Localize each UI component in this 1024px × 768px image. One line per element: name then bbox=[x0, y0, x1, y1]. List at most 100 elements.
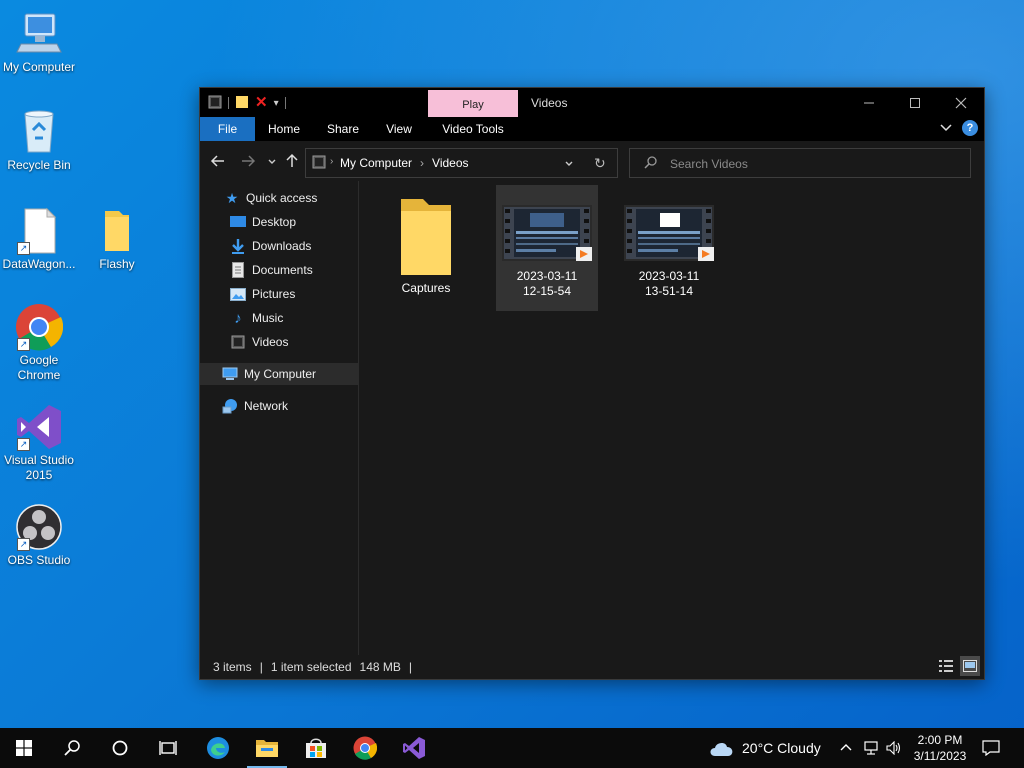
tab-home[interactable]: Home bbox=[258, 117, 310, 141]
sidebar-item-label: Downloads bbox=[252, 239, 312, 253]
help-icon[interactable]: ? bbox=[962, 120, 978, 136]
speaker-icon bbox=[886, 741, 901, 755]
volume-tray-button[interactable] bbox=[886, 728, 902, 768]
taskbar-visual-studio[interactable] bbox=[390, 728, 438, 768]
desktop-icon-recycle-bin[interactable]: Recycle Bin bbox=[0, 108, 78, 173]
title-bar[interactable]: ✕ ▾ Play Videos bbox=[200, 88, 984, 117]
up-arrow-icon[interactable] bbox=[284, 153, 300, 173]
large-icons-view-icon[interactable] bbox=[960, 656, 980, 676]
search-input[interactable] bbox=[668, 154, 962, 174]
desktop-icon-my-computer[interactable]: My Computer bbox=[0, 10, 78, 75]
document-icon: ↗ bbox=[15, 207, 63, 255]
tab-video-tools[interactable]: Video Tools bbox=[429, 117, 517, 141]
file-item-video-2[interactable]: 2023-03-11 13-51-14 bbox=[618, 185, 720, 311]
start-button[interactable] bbox=[0, 728, 48, 768]
notification-icon bbox=[982, 740, 1000, 756]
tab-view[interactable]: View bbox=[376, 117, 422, 141]
show-hidden-icons-button[interactable] bbox=[840, 728, 852, 768]
address-dropdown-icon[interactable] bbox=[564, 158, 574, 172]
sidebar-item-my-computer[interactable]: My Computer bbox=[200, 363, 380, 385]
taskbar-microsoft-store[interactable] bbox=[292, 728, 340, 768]
desktop-icon-label: Flashy bbox=[99, 257, 135, 271]
shortcut-arrow-icon: ↗ bbox=[17, 338, 30, 351]
chrome-icon: ↗ bbox=[15, 303, 64, 351]
documents-icon bbox=[230, 262, 246, 278]
refresh-icon[interactable]: ↻ bbox=[594, 155, 606, 172]
videos-location-icon bbox=[312, 155, 326, 172]
address-bar[interactable]: › My Computer › Videos ↻ bbox=[305, 148, 618, 178]
new-folder-icon[interactable] bbox=[235, 95, 249, 112]
video-thumbnail bbox=[622, 191, 716, 263]
desktop-icon-datawagon[interactable]: ↗ DataWagon... bbox=[0, 207, 78, 272]
taskbar-chrome[interactable] bbox=[341, 728, 389, 768]
clock[interactable]: 2:00 PM 3/11/2023 bbox=[908, 732, 972, 764]
back-arrow-icon[interactable] bbox=[210, 153, 226, 173]
store-icon bbox=[306, 738, 326, 758]
desktop-icon-flashy[interactable]: Flashy bbox=[78, 207, 156, 272]
visual-studio-icon bbox=[403, 737, 425, 759]
clock-time: 2:00 PM bbox=[917, 733, 963, 747]
forward-arrow-icon[interactable] bbox=[240, 153, 256, 173]
desktop-icon-label: Visual Studio 2015 bbox=[4, 453, 74, 482]
details-view-icon[interactable] bbox=[936, 656, 956, 676]
tab-file[interactable]: File bbox=[200, 117, 255, 141]
obs-icon: ↗ bbox=[15, 503, 63, 551]
sidebar-item-network[interactable]: Network bbox=[200, 395, 380, 417]
sidebar-item-label: Network bbox=[244, 399, 289, 413]
breadcrumb-videos[interactable]: Videos bbox=[432, 156, 468, 170]
breadcrumb: My Computer › Videos bbox=[340, 156, 469, 170]
network-tray-button[interactable] bbox=[863, 728, 879, 768]
file-list[interactable]: Captures 2023-03-11 12-15-54 2023-03-11 … bbox=[359, 181, 984, 655]
customize-toolbar-icon[interactable]: ▾ bbox=[274, 98, 279, 109]
minimize-button[interactable] bbox=[846, 88, 892, 117]
notifications-button[interactable] bbox=[982, 728, 1000, 768]
clock-date: 3/11/2023 bbox=[913, 749, 967, 763]
taskbar: 20°C Cloudy 2:00 PM 3/11/2023 bbox=[0, 728, 1024, 768]
file-item-video-1[interactable]: 2023-03-11 12-15-54 bbox=[496, 185, 598, 311]
close-button[interactable] bbox=[938, 88, 984, 117]
desktop-icon-label: Recycle Bin bbox=[7, 158, 71, 172]
sidebar-item-quick-access[interactable]: ★ Quick access bbox=[200, 187, 382, 209]
sidebar-item-label: Pictures bbox=[252, 287, 296, 301]
video-folder-icon[interactable] bbox=[208, 95, 222, 112]
file-name-line2: 13-51-14 bbox=[644, 284, 694, 298]
file-item-captures[interactable]: Captures bbox=[375, 185, 477, 307]
breadcrumb-my-computer[interactable]: My Computer bbox=[340, 156, 412, 170]
sidebar-item-label: Music bbox=[252, 311, 284, 325]
desktop-icon-visual-studio[interactable]: ↗ Visual Studio 2015 bbox=[0, 403, 78, 483]
weather-widget[interactable]: 20°C Cloudy bbox=[708, 728, 821, 768]
task-view-button[interactable] bbox=[144, 728, 192, 768]
shortcut-arrow-icon: ↗ bbox=[17, 242, 30, 255]
weather-text: 20°C Cloudy bbox=[742, 740, 821, 756]
taskbar-file-explorer[interactable] bbox=[243, 728, 291, 768]
desktop-icon-google-chrome[interactable]: ↗ Google Chrome bbox=[0, 303, 78, 383]
file-explorer-window[interactable]: ✕ ▾ Play Videos File Home Share View Vid… bbox=[199, 87, 985, 680]
download-arrow-icon bbox=[230, 238, 246, 254]
search-icon bbox=[64, 740, 80, 756]
network-icon bbox=[222, 398, 238, 414]
breadcrumb-chevron-icon[interactable]: › bbox=[330, 156, 333, 167]
taskbar-edge[interactable] bbox=[194, 728, 242, 768]
cortana-circle-icon bbox=[112, 740, 128, 756]
desktop-icon-obs-studio[interactable]: ↗ OBS Studio bbox=[0, 503, 78, 568]
cortana-button[interactable] bbox=[96, 728, 144, 768]
item-count: 3 items bbox=[213, 660, 252, 674]
recent-locations-chevron-icon[interactable] bbox=[267, 155, 277, 171]
contextual-tab-play[interactable]: Play bbox=[428, 90, 518, 117]
pictures-icon bbox=[230, 286, 246, 302]
expand-ribbon-icon[interactable] bbox=[940, 121, 952, 136]
music-note-icon: ♪ bbox=[234, 309, 242, 327]
desktop-icon-label: Google Chrome bbox=[17, 353, 61, 382]
delete-icon[interactable]: ✕ bbox=[255, 95, 268, 110]
breadcrumb-separator-icon[interactable]: › bbox=[420, 156, 424, 170]
windows-logo-icon bbox=[16, 740, 32, 756]
toolbar-separator bbox=[284, 97, 286, 109]
search-box[interactable] bbox=[629, 148, 971, 178]
maximize-button[interactable] bbox=[892, 88, 938, 117]
video-thumbnail bbox=[500, 191, 594, 263]
ribbon-tabs: File Home Share View Video Tools ? bbox=[200, 117, 984, 141]
tab-share[interactable]: Share bbox=[318, 117, 368, 141]
file-name-line1: 2023-03-11 bbox=[638, 269, 700, 283]
task-view-icon bbox=[159, 741, 177, 755]
search-taskbar-button[interactable] bbox=[48, 728, 96, 768]
